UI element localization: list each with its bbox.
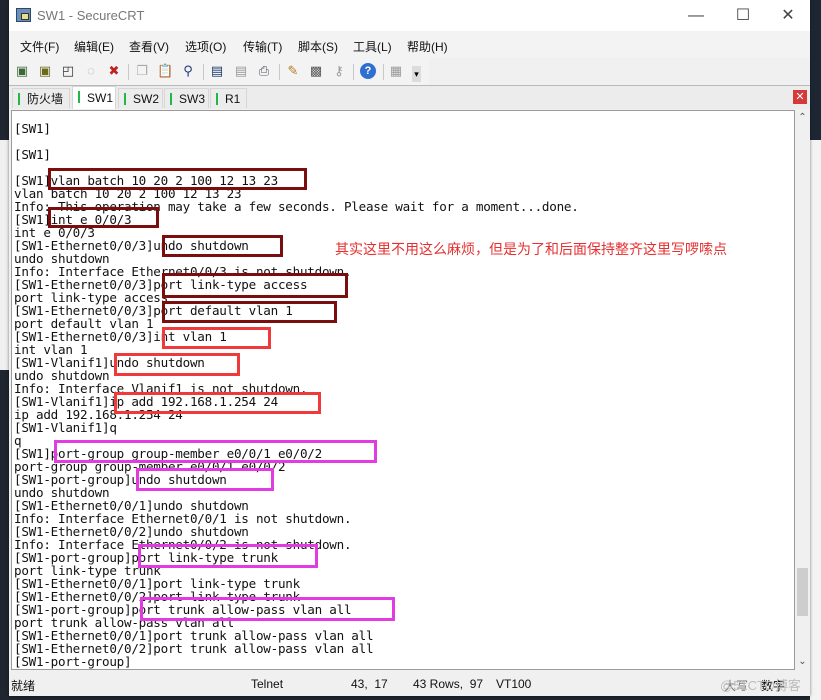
annotation-note: 其实这里不用这么麻烦，但是为了和后面保持整齐这里写啰嗦点 [335,241,727,257]
desktop-background-right [810,0,821,700]
status-protocol: Telnet [251,677,284,691]
title-bar: SW1 - SecureCRT — ☐ ✕ [9,0,810,31]
tab-r1[interactable]: R1 [210,88,247,108]
toolbar-separator [383,64,384,80]
securecrt-app-icon [16,8,31,22]
vertical-scrollbar[interactable]: ⌃ ⌄ [795,110,810,670]
scroll-down-icon[interactable]: ⌄ [795,654,810,670]
disconnect-icon[interactable]: ✖ [106,63,122,79]
tab-label: SW2 [133,92,160,106]
status-size: 43 Rows, 97 [413,677,484,691]
status-indicator [170,93,172,105]
terminal-line: [SW1] [14,147,51,162]
print-icon[interactable]: ⎙ [256,63,272,79]
print-setup-icon[interactable]: ▤ [233,63,249,79]
status-cursor: 43, 17 [351,677,388,691]
highlight-box [162,301,337,323]
session-options-icon[interactable]: ▤ [209,63,225,79]
copy-icon[interactable]: ❐ [134,63,150,79]
terminal-line: [SW1] [14,121,51,136]
tab-sw1[interactable]: SW1 [72,86,116,109]
quick-connect-icon[interactable]: ▣ [37,63,53,79]
overflow-icon[interactable]: ▾ [412,66,421,82]
tab-label: SW1 [87,91,114,105]
securecrt-window: SW1 - SecureCRT — ☐ ✕ 文件(F) 编辑(E) 查看(V) … [9,0,810,696]
highlight-box [114,353,240,376]
highlight-box [114,392,321,414]
global-options-icon[interactable]: ✎ [285,63,301,79]
watermark-text: @51CTO博客 [720,678,801,693]
tab-label: 防火墙 [27,92,64,106]
status-indicator [78,91,80,103]
scrollbar-thumb[interactable] [797,568,808,616]
reconnect-icon[interactable]: ◌ [83,63,99,79]
status-bar: 就绪 Telnet 43, 17 43 Rows, 97 VT100 大写 数字 [9,672,810,696]
menu-view[interactable]: 查看(V) [129,38,169,55]
menu-transfer[interactable]: 传输(T) [243,38,282,55]
tab-label: R1 [225,92,241,106]
menu-edit[interactable]: 编辑(E) [74,38,114,55]
status-emulation: VT100 [496,677,532,691]
menu-tools[interactable]: 工具(L) [353,38,392,55]
menu-bar: 文件(F) 编辑(E) 查看(V) 选项(O) 传输(T) 脚本(S) 工具(L… [9,31,810,58]
status-indicator [18,93,20,105]
toolbar: ▣ ▣ ◰ ◌ ✖ ❐ 📋 ⚲ ▤ ▤ ⎙ ✎ ▩ ⚷ ? ▦ ▾ [9,58,429,86]
key-icon[interactable]: ⚷ [331,63,347,79]
highlight-box [162,327,271,349]
highlight-box [48,168,307,190]
menu-file[interactable]: 文件(F) [20,38,59,55]
maximize-button[interactable]: ☐ [720,0,766,31]
minimize-button[interactable]: — [673,0,719,31]
terminal-screen[interactable]: [SW1] [SW1] [SW1]vlan batch 10 20 2 100 12… [11,110,795,670]
scroll-up-icon[interactable]: ⌃ [795,110,810,126]
terminal-line: [SW1-Vlanif1]q [14,420,117,435]
connect-icon[interactable]: ▣ [14,63,30,79]
highlight-box [140,597,395,621]
highlight-box [136,468,274,491]
highlight-box [162,235,283,257]
status-state: 就绪 [11,679,36,693]
highlight-box [54,440,377,463]
help-icon[interactable]: ? [360,63,376,79]
menu-help[interactable]: 帮助(H) [407,38,448,55]
terminal-line: [SW1-Ethernet0/0/3]int vlan 1 [14,329,227,344]
tab-sw3[interactable]: SW3 [164,88,209,108]
close-tab-icon[interactable]: ✕ [793,90,807,104]
close-button[interactable]: ✕ [765,0,811,31]
find-icon[interactable]: ⚲ [180,63,196,79]
toolbar-separator [279,64,280,80]
toolbar-separator [203,64,204,80]
tab-firewall[interactable]: 防火墙 [12,88,70,108]
session-tab-bar: 防火墙 SW1 SW2 SW3 R1 ✕ [9,85,810,109]
toolbar-separator [353,64,354,80]
window-title: SW1 - SecureCRT [37,8,145,23]
highlight-box [48,207,159,228]
menu-options[interactable]: 选项(O) [185,38,226,55]
keymap-icon[interactable]: ▩ [308,63,324,79]
terminal-line: [SW1-port-group] [14,654,132,669]
menu-script[interactable]: 脚本(S) [298,38,338,55]
watermark: @51CTO博客 [720,672,801,693]
highlight-box [138,544,318,568]
tab-sw2[interactable]: SW2 [118,88,163,108]
window-icon[interactable]: ▦ [388,63,404,79]
status-indicator [216,93,218,105]
connect-tab-icon[interactable]: ◰ [60,63,76,79]
paste-icon[interactable]: 📋 [157,63,173,79]
toolbar-separator [128,64,129,80]
status-indicator [124,93,126,105]
tab-label: SW3 [179,92,206,106]
highlight-box [162,273,348,298]
